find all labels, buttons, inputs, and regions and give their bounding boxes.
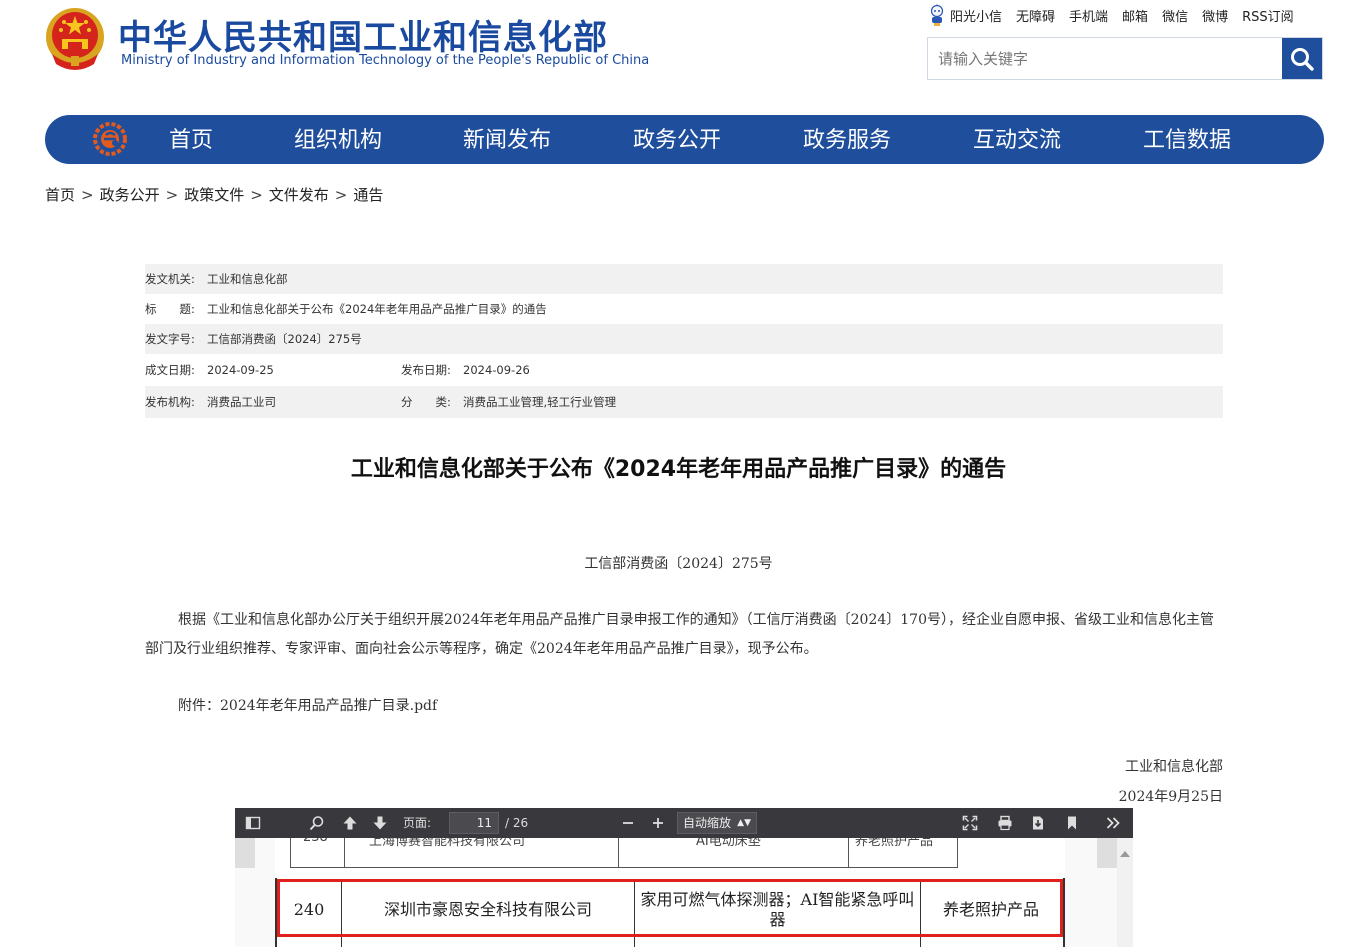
top-links: 阳光小信 无障碍 手机端 邮箱 微信 微博 RSS订阅 bbox=[928, 4, 1294, 26]
print-icon[interactable] bbox=[997, 815, 1013, 831]
sidebar-toggle-icon[interactable] bbox=[245, 815, 261, 831]
page-number-input[interactable]: 11 bbox=[449, 812, 499, 834]
title-value: 工业和信息化部关于公布《2024年老年用品产品推广目录》的通告 bbox=[207, 302, 547, 316]
signature-block: 工业和信息化部 2024年9月25日 bbox=[1119, 752, 1223, 812]
pdf-toolbar: 页面: 11 / 26 自动缩放 ▲▼ bbox=[235, 808, 1133, 838]
article-docno: 工信部消费函〔2024〕275号 bbox=[584, 556, 773, 572]
nav-item-data[interactable]: 工信数据 bbox=[1143, 115, 1231, 164]
docno-value: 工信部消费函〔2024〕275号 bbox=[207, 332, 362, 346]
nav-item-government-services[interactable]: 政务服务 bbox=[803, 115, 891, 164]
breadcrumb-notice[interactable]: 通告 bbox=[353, 186, 383, 204]
published-date-value: 2024-09-26 bbox=[463, 363, 530, 377]
miit-logo-icon[interactable] bbox=[93, 122, 127, 156]
more-tools-icon[interactable] bbox=[1105, 815, 1121, 831]
bookmark-icon[interactable] bbox=[1064, 815, 1080, 831]
nav-item-news[interactable]: 新闻发布 bbox=[463, 115, 551, 164]
top-link-wechat[interactable]: 微信 bbox=[1162, 6, 1188, 25]
top-link-accessibility[interactable]: 无障碍 bbox=[1016, 6, 1055, 25]
zoom-in-icon[interactable] bbox=[650, 815, 666, 831]
breadcrumb-document-release[interactable]: 文件发布 bbox=[269, 186, 329, 204]
info-row-dates: 成文日期: 2024-09-25 发布日期: 2024-09-26 bbox=[145, 354, 1223, 386]
top-link-mobile[interactable]: 手机端 bbox=[1069, 6, 1108, 25]
created-date-value: 2024-09-25 bbox=[207, 363, 274, 377]
pdf-scrollbar[interactable] bbox=[1117, 838, 1133, 947]
breadcrumb-separator: > bbox=[250, 186, 263, 204]
top-link-mail[interactable]: 邮箱 bbox=[1122, 6, 1148, 25]
main-nav: 首页 组织机构 新闻发布 政务公开 政务服务 互动交流 工信数据 bbox=[45, 115, 1324, 164]
document-info-table: 发文机关: 工业和信息化部 标 题: 工业和信息化部关于公布《2024年老年用品… bbox=[145, 264, 1223, 418]
info-row-title: 标 题: 工业和信息化部关于公布《2024年老年用品产品推广目录》的通告 bbox=[145, 294, 1223, 324]
attachment-link[interactable]: 附件：2024年老年用品产品推广目录.pdf bbox=[178, 695, 437, 715]
highlight-box bbox=[277, 879, 1063, 937]
article-title: 工业和信息化部关于公布《2024年老年用品产品推广目录》的通告 bbox=[350, 457, 1007, 482]
top-link-weibo[interactable]: 微博 bbox=[1202, 6, 1228, 25]
nav-item-home[interactable]: 首页 bbox=[169, 115, 213, 164]
fullscreen-icon[interactable] bbox=[962, 815, 978, 831]
issuer-label: 发文机关: bbox=[145, 272, 195, 286]
search-input[interactable] bbox=[928, 38, 1282, 79]
signature-org: 工业和信息化部 bbox=[1125, 759, 1223, 775]
created-date-label: 成文日期: bbox=[145, 363, 195, 377]
find-icon[interactable] bbox=[309, 815, 325, 831]
site-title-english[interactable]: Ministry of Industry and Information Tec… bbox=[121, 53, 649, 68]
article-body: 根据《工业和信息化部办公厅关于组织开展2024年老年用品产品推广目录申报工作的通… bbox=[145, 612, 1214, 657]
category-value: 消费品工业管理,轻工行业管理 bbox=[463, 395, 617, 409]
pdf-viewer: 238 上海博赛智能科技有限公司 AI电动床垫 养老照护产品 240 深圳市豪恩… bbox=[235, 808, 1133, 947]
info-row-issuer: 发文机关: 工业和信息化部 bbox=[145, 264, 1223, 294]
pdf-page-gutter-left bbox=[235, 838, 255, 868]
breadcrumb-separator: > bbox=[334, 186, 348, 204]
zoom-out-icon[interactable] bbox=[620, 815, 636, 831]
page-label: 页面: bbox=[403, 816, 432, 830]
nav-item-interaction[interactable]: 互动交流 bbox=[973, 115, 1061, 164]
robot-mascot-icon[interactable] bbox=[928, 4, 946, 26]
table-divider bbox=[848, 838, 849, 868]
agency-value: 消费品工业司 bbox=[207, 395, 276, 409]
next-page-icon[interactable] bbox=[372, 815, 388, 831]
site-title[interactable]: 中华人民共和国工业和信息化部 bbox=[118, 10, 608, 59]
breadcrumb-policy-documents[interactable]: 政策文件 bbox=[184, 186, 244, 204]
breadcrumb-government-affairs[interactable]: 政务公开 bbox=[100, 186, 160, 204]
signature-date: 2024年9月25日 bbox=[1118, 789, 1223, 805]
pdf-page-gutter-right bbox=[1097, 838, 1117, 868]
top-link-sunshine[interactable]: 阳光小信 bbox=[950, 6, 1002, 25]
info-row-agency: 发布机构: 消费品工业司 分 类: 消费品工业管理,轻工行业管理 bbox=[145, 386, 1223, 418]
docno-label: 发文字号: bbox=[145, 332, 195, 346]
issuer-value: 工业和信息化部 bbox=[207, 272, 288, 286]
breadcrumb-separator: > bbox=[81, 186, 94, 204]
agency-label: 发布机构: bbox=[145, 395, 195, 409]
info-row-docno: 发文字号: 工信部消费函〔2024〕275号 bbox=[145, 324, 1223, 354]
site-header: 中华人民共和国工业和信息化部 Ministry of Industry and … bbox=[0, 0, 1357, 110]
zoom-select[interactable]: 自动缩放 ▲▼ bbox=[677, 812, 757, 834]
search-icon bbox=[1291, 47, 1314, 71]
download-icon[interactable] bbox=[1030, 815, 1046, 831]
title-label: 标 题: bbox=[145, 302, 195, 316]
category-label: 分 类: bbox=[401, 395, 451, 409]
nav-item-organization[interactable]: 组织机构 bbox=[294, 115, 382, 164]
search-bar bbox=[927, 37, 1323, 80]
national-emblem-icon[interactable] bbox=[44, 6, 106, 72]
updown-caret-icon: ▲▼ bbox=[737, 818, 751, 828]
search-button[interactable] bbox=[1282, 38, 1322, 79]
breadcrumb-home[interactable]: 首页 bbox=[45, 186, 75, 204]
previous-page-icon[interactable] bbox=[342, 815, 358, 831]
scroll-up-arrow-icon[interactable] bbox=[1117, 846, 1133, 862]
breadcrumb: 首页 > 政务公开 > 政策文件 > 文件发布 > 通告 bbox=[45, 184, 383, 205]
top-link-rss[interactable]: RSS订阅 bbox=[1242, 6, 1294, 25]
zoom-value: 自动缩放 bbox=[683, 816, 732, 830]
breadcrumb-separator: > bbox=[165, 186, 179, 204]
page-total: / 26 bbox=[505, 816, 529, 830]
published-date-label: 发布日期: bbox=[401, 363, 451, 377]
pdf-table-row-previous: 238 上海博赛智能科技有限公司 AI电动床垫 养老照护产品 bbox=[290, 830, 958, 868]
nav-item-government-affairs[interactable]: 政务公开 bbox=[633, 115, 721, 164]
table-divider bbox=[344, 838, 345, 868]
table-divider bbox=[618, 838, 619, 868]
